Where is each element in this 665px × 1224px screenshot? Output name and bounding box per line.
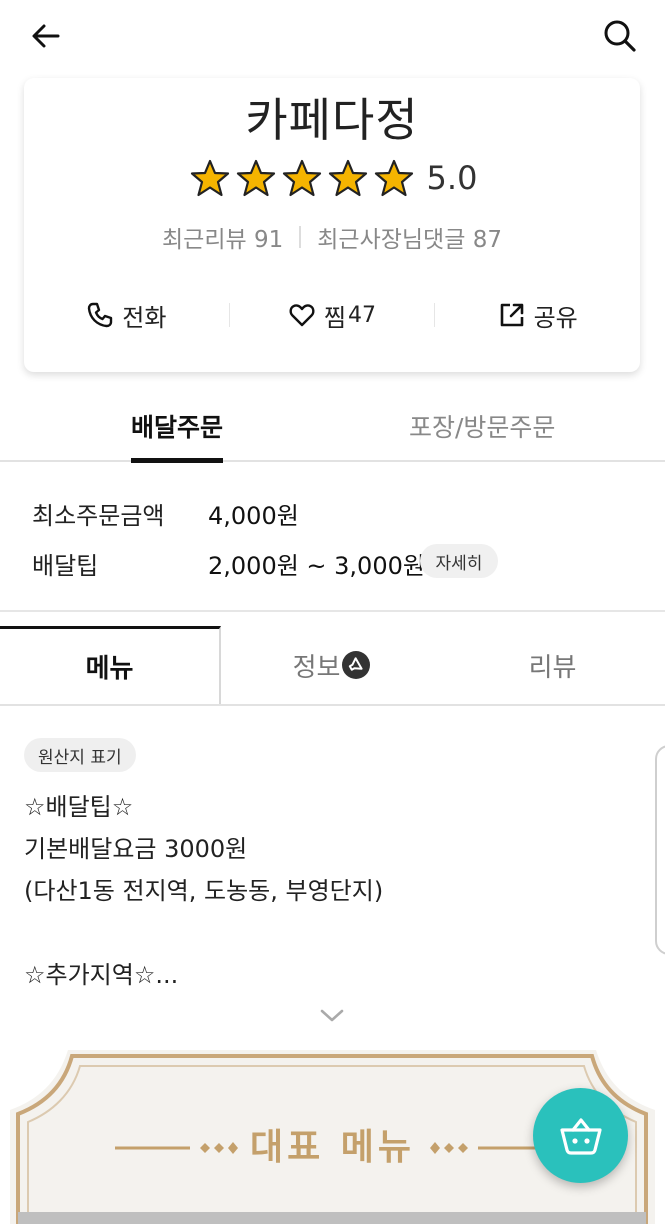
call-button[interactable]: 전화 (24, 298, 229, 333)
owner-notice: ☆배달팁☆ 기본배달요금 3000원 (다산1동 전지역, 도농동, 부영단지)… (24, 786, 624, 996)
origin-chip[interactable]: 원산지 표기 (24, 738, 136, 772)
star-icon (190, 159, 229, 197)
arrow-left-icon (32, 24, 60, 48)
review-counts: 최근리뷰 91 최근사장님댓글 87 (24, 220, 640, 254)
notice-line: ☆추가지역☆... (24, 961, 179, 989)
min-order-label: 최소주문금액 (32, 502, 165, 530)
tab-menu[interactable]: 메뉴 (0, 626, 221, 704)
recent-reviews[interactable]: 최근리뷰 91 (162, 220, 283, 254)
back-button[interactable] (26, 16, 66, 56)
share-button[interactable]: 공유 (435, 298, 640, 333)
chevron-down-icon (320, 1009, 344, 1022)
min-order-value: 4,000원 (208, 502, 299, 530)
owner-replies-label: 최근사장님댓글 (317, 227, 466, 253)
order-info: 최소주문금액 4,000원 배달팁 2,000원 ~ 3,000원 자세히 (0, 462, 665, 612)
store-info-card: 카페다정 5.0 최근리뷰 91 최근사장님댓글 87 전화 찜 47 공유 (24, 78, 640, 372)
tab-pickup[interactable]: 포장/방문주문 (409, 408, 555, 444)
side-panel-edge (655, 745, 665, 955)
notice-line: 기본배달요금 3000원 (24, 835, 248, 863)
rating-row: 5.0 (24, 158, 640, 198)
tab-review-label: 리뷰 (528, 652, 577, 683)
like-button[interactable]: 찜 47 (230, 298, 435, 333)
order-type-tabs: 배달주문 포장/방문주문 (0, 400, 665, 463)
store-name: 카페다정 (245, 93, 419, 147)
divider (299, 226, 302, 248)
phone-icon (88, 302, 113, 328)
delivery-tip-value: 2,000원 ~ 3,000원 (208, 552, 425, 580)
basket-icon (559, 1117, 602, 1155)
like-label: 찜 (323, 303, 347, 332)
tab-menu-label: 메뉴 (85, 654, 134, 684)
star-icon (328, 159, 367, 197)
notice-line: (다산1동 전지역, 도농동, 부영단지) (24, 877, 384, 905)
like-count: 47 (348, 302, 377, 328)
tab-review[interactable]: 리뷰 (442, 626, 663, 704)
share-icon (500, 303, 523, 327)
tab-info-label: 정보 (292, 652, 341, 683)
delivery-tip-label: 배달팁 (32, 552, 99, 580)
megaphone-icon (342, 651, 371, 679)
cart-button[interactable] (533, 1088, 628, 1183)
rating-value: 5.0 (426, 159, 478, 197)
star-icon (236, 159, 275, 197)
store-actions: 전화 찜 47 공유 (24, 290, 640, 340)
call-label: 전화 (122, 303, 167, 332)
top-bar (0, 0, 665, 72)
owner-replies[interactable]: 최근사장님댓글 87 (317, 220, 502, 254)
share-label: 공유 (533, 303, 578, 332)
notice-line: ☆배달팁☆ (24, 793, 134, 821)
tab-info[interactable]: 정보 (221, 626, 442, 704)
main-tabs: 메뉴 정보 리뷰 (0, 626, 665, 706)
heart-icon (289, 304, 315, 327)
delivery-tip-detail-button[interactable]: 자세히 (420, 544, 498, 578)
star-icon (374, 159, 413, 197)
tab-delivery[interactable]: 배달주문 (131, 408, 224, 463)
recent-reviews-label: 최근리뷰 (162, 227, 247, 253)
recent-reviews-count: 91 (253, 227, 284, 253)
search-icon (604, 20, 636, 52)
owner-replies-count: 87 (472, 227, 502, 253)
notice-line (24, 912, 624, 954)
expand-notice-button[interactable] (314, 998, 350, 1034)
search-button[interactable] (600, 16, 640, 56)
star-icon (282, 159, 321, 197)
